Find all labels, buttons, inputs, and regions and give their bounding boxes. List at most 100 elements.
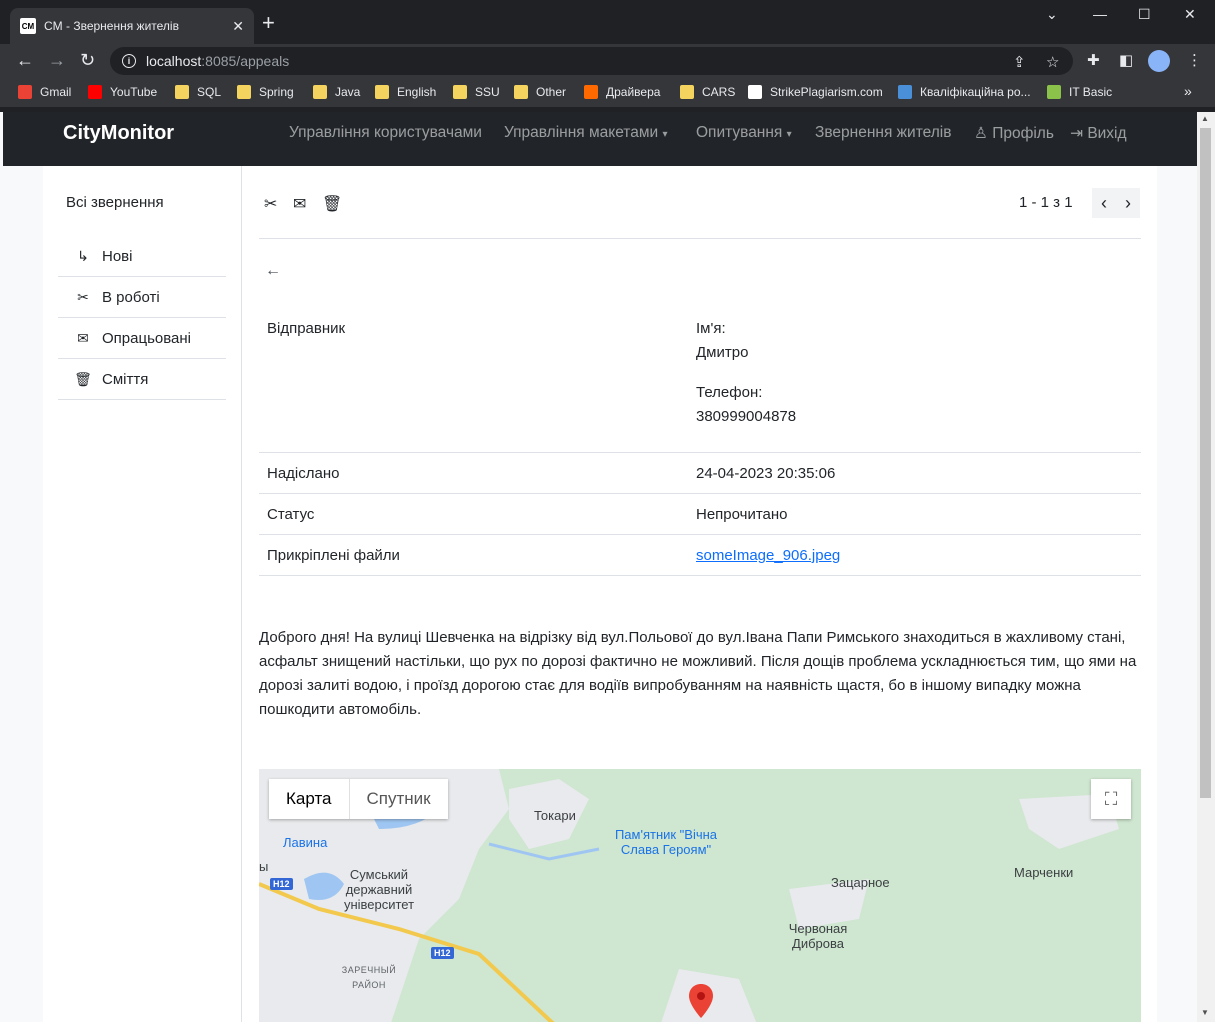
back-icon[interactable]: ←	[16, 51, 34, 69]
map-type-control: Карта Спутник	[269, 779, 448, 819]
sender-row: Відправник Ім'я: Дмитро Телефон: 3809990…	[259, 306, 1141, 453]
new-tab-icon[interactable]: +	[262, 12, 275, 34]
scroll-up-icon[interactable]: ▲	[1201, 114, 1209, 123]
bookmark-qualification[interactable]: Кваліфікаційна ро...	[898, 85, 1031, 99]
files-label: Прикріплені файли	[267, 547, 400, 564]
chevron-left-icon[interactable]: ‹	[1092, 188, 1116, 218]
map-label-university: Сумський державний університет	[343, 867, 415, 912]
phone-label: Телефон:	[696, 384, 763, 401]
bookmark-sql[interactable]: SQL	[175, 85, 221, 99]
scrollbar-thumb[interactable]	[1200, 128, 1211, 798]
caret-down-icon: ▾	[662, 129, 668, 140]
bookmark-label: Other	[536, 85, 567, 99]
site-info-icon[interactable]: i	[122, 54, 136, 68]
bookmark-itbasic[interactable]: IT Basic	[1047, 85, 1112, 99]
url-host: localhost	[146, 53, 202, 69]
nav-layouts[interactable]: Управління макетами ▾	[504, 124, 668, 142]
folder-icon	[313, 85, 327, 99]
sent-row: Надіслано 24-04-2023 20:35:06	[259, 453, 1141, 494]
map-marker-icon[interactable]	[689, 984, 713, 1018]
bookmark-drivers[interactable]: Драйвера	[584, 85, 660, 99]
sent-label: Надіслано	[267, 465, 340, 482]
maximize-icon[interactable]: ☐	[1138, 6, 1151, 23]
appeals-sidebar: Всі звернення ↳ Нові ✂ В роботі ✉ Опрацьова…	[43, 166, 242, 1022]
bookmark-strikeplagiarism[interactable]: StrikePlagiarism.com	[748, 85, 883, 99]
bookmark-label: YouTube	[110, 85, 158, 99]
chevron-right-icon[interactable]: ›	[1116, 188, 1140, 218]
sidebar-item-in-progress[interactable]: ✂ В роботі	[58, 277, 226, 318]
nav-logout-label: Вихід	[1087, 125, 1127, 142]
sidebar-item-label: Опрацьовані	[102, 329, 191, 347]
river	[488, 842, 600, 861]
address-bar[interactable]: i localhost:8085/appeals ⇪ ☆	[110, 47, 1073, 75]
appeal-detail: ✂ ✉ 🗑 1 - 1 з 1 ‹ › ← Відправник Ім'я: Д…	[259, 166, 1141, 1022]
attached-file-link[interactable]: someImage_906.jpeg	[696, 547, 840, 564]
bookmark-cars[interactable]: CARS	[680, 85, 735, 99]
xiaomi-icon	[584, 85, 598, 99]
map-label-lavina: Лавина	[283, 835, 328, 850]
trash-icon[interactable]: 🗑	[322, 194, 342, 214]
map-type-satellite-button[interactable]: Спутник	[350, 779, 448, 819]
map-type-map-button[interactable]: Карта	[269, 779, 350, 819]
folder-icon	[514, 85, 528, 99]
sidebar-item-new[interactable]: ↳ Нові	[58, 236, 226, 277]
nav-polls[interactable]: Опитування ▾	[696, 124, 792, 142]
youtube-icon	[88, 85, 102, 99]
bookmark-youtube[interactable]: YouTube	[88, 85, 157, 99]
fullscreen-icon[interactable]: ⛶	[1091, 779, 1131, 819]
close-window-icon[interactable]: ✕	[1184, 6, 1196, 23]
bookmark-label: SQL	[197, 85, 222, 99]
browser-tabstrip: CM CM - Звернення жителів ✕ + ⌄ — ☐ ✕	[0, 0, 1215, 44]
road-shield-h12: H12	[431, 947, 454, 959]
sidebar-item-label: Сміття	[102, 370, 149, 388]
bookmarks-overflow[interactable]: »	[1184, 83, 1192, 99]
map-label-zatsarnoe: Зацарное	[831, 875, 890, 890]
bookmark-label: Gmail	[40, 85, 72, 99]
nav-appeals[interactable]: Звернення жителів	[815, 124, 951, 142]
sidebar-item-processed[interactable]: ✉ Опрацьовані	[58, 318, 226, 359]
sidebar-item-trash[interactable]: 🗑 Сміття	[58, 359, 226, 400]
scroll-down-icon[interactable]: ▼	[1201, 1008, 1209, 1017]
profile-avatar[interactable]	[1148, 50, 1170, 72]
bookmark-java[interactable]: Java	[313, 85, 360, 99]
bookmark-ssu[interactable]: SSU	[453, 85, 500, 99]
top-navbar: CityMonitor Управління користувачами Упр…	[3, 112, 1197, 166]
status-row: Статус Непрочитано	[259, 494, 1141, 535]
itbasic-icon	[1047, 85, 1061, 99]
reload-icon[interactable]: ↻	[80, 51, 95, 69]
tools-icon[interactable]: ✂	[264, 194, 277, 214]
sender-label: Відправник	[267, 320, 346, 337]
brand-logo[interactable]: CityMonitor	[63, 122, 174, 145]
share-icon[interactable]: ⇪	[1013, 53, 1026, 71]
nav-polls-label: Опитування	[696, 124, 783, 141]
tab-title: CM - Звернення жителів	[44, 19, 179, 33]
sidebar-title[interactable]: Всі звернення	[66, 194, 164, 211]
back-arrow-icon[interactable]: ←	[265, 262, 281, 280]
browser-tab[interactable]: CM CM - Звернення жителів ✕	[10, 8, 254, 44]
minimize-icon[interactable]: —	[1093, 6, 1107, 22]
nav-users[interactable]: Управління користувачами	[289, 124, 482, 142]
side-panel-icon[interactable]: ◧	[1119, 53, 1133, 68]
bookmark-label: IT Basic	[1069, 85, 1113, 99]
road-shield-h12: H12	[270, 878, 293, 890]
bookmark-label: StrikePlagiarism.com	[770, 85, 883, 99]
bookmark-label: CARS	[702, 85, 736, 99]
envelope-check-icon[interactable]: ✉	[293, 194, 306, 214]
extensions-icon[interactable]: ✚	[1087, 53, 1100, 68]
bookmark-other[interactable]: Other	[514, 85, 566, 99]
tab-search-icon[interactable]: ⌄	[1046, 6, 1058, 23]
google-map[interactable]: Карта Спутник ⛶ Токари Пам'ятник "Вічна …	[259, 769, 1141, 1022]
bookmark-gmail[interactable]: Gmail	[18, 85, 71, 99]
folder-icon	[453, 85, 467, 99]
forward-icon[interactable]: →	[48, 51, 66, 69]
nav-logout[interactable]: ⇥ Вихід	[1070, 124, 1127, 143]
menu-icon[interactable]: ⋮	[1187, 53, 1202, 68]
nav-profile[interactable]: ♙ Профіль	[974, 124, 1054, 143]
bookmark-spring[interactable]: Spring	[237, 85, 294, 99]
bookmark-label: English	[397, 85, 437, 99]
bookmark-label: Кваліфікаційна ро...	[920, 85, 1031, 99]
tab-close-icon[interactable]: ✕	[232, 18, 244, 35]
bookmark-english[interactable]: English	[375, 85, 436, 99]
bookmark-star-icon[interactable]: ☆	[1046, 53, 1059, 71]
nav-profile-label: Профіль	[992, 125, 1054, 142]
